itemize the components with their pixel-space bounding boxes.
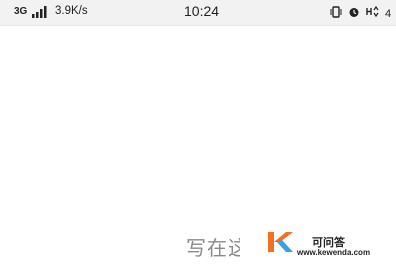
- status-time: 10:24: [184, 3, 220, 19]
- vibrate-icon: [330, 5, 342, 23]
- data-transfer-icon: [366, 5, 379, 23]
- alarm-icon: [348, 5, 360, 23]
- status-divider: [0, 25, 396, 26]
- battery-level: 4: [385, 8, 392, 20]
- signal-strength-icon: [32, 5, 50, 23]
- network-type-label: 3G: [14, 6, 28, 17]
- network-speed: 3.9K/s: [55, 5, 88, 17]
- watermark-site: www.kewenda.com: [297, 248, 371, 257]
- status-bar: 3G 3.9K/s 10:24 4: [0, 0, 396, 25]
- watermark-logo-icon: [268, 230, 294, 259]
- status-icons: 4: [330, 5, 396, 23]
